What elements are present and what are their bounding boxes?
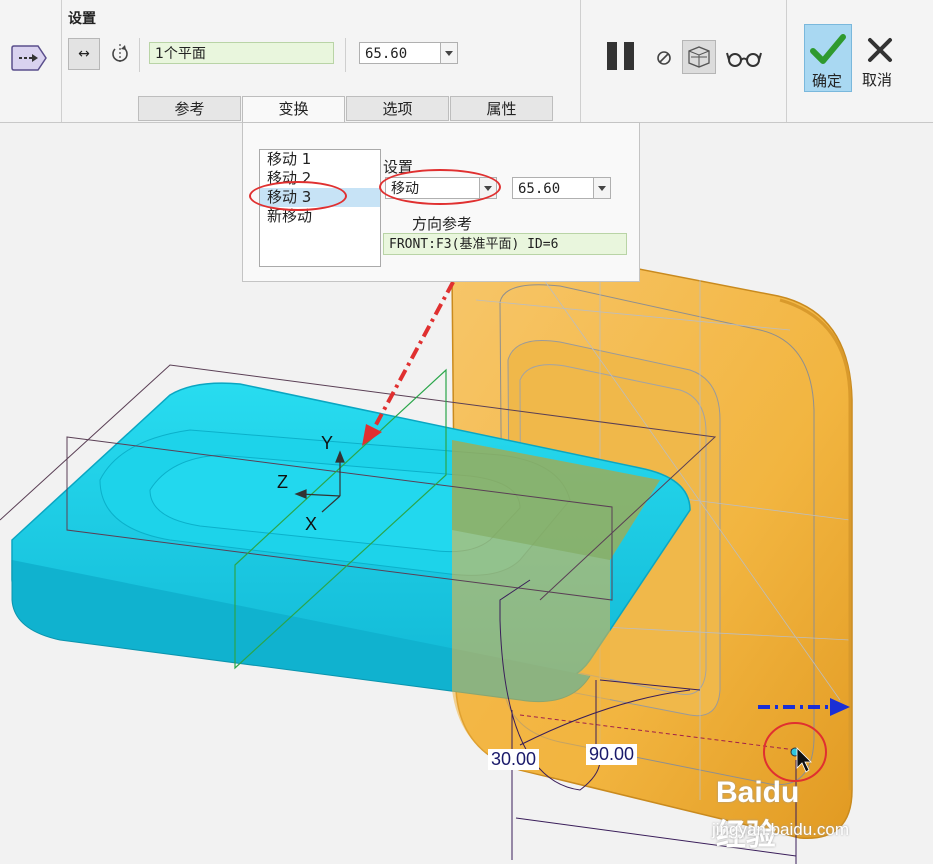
no-symbol-icon [657,51,671,65]
translate-arrows-icon: ↔ [78,46,90,62]
axis-y-label: Y [321,433,334,453]
close-icon [868,38,892,62]
separator [345,38,346,72]
dashboard-ribbon: 设置 ↔ 1个平面 65.60 参考 变换 选项 属性 确定 取消 [0,0,933,123]
direction-reference-field[interactable]: FRONT:F3(基准平面) ID=6 [383,233,627,255]
no-preview-button[interactable] [655,49,673,67]
list-item[interactable]: 新移动 [260,207,380,226]
verify-button[interactable] [726,46,762,70]
separator [139,38,140,72]
direction-reference-value: FRONT:F3(基准平面) ID=6 [389,237,559,252]
ok-label: 确定 [812,72,843,90]
watermark-brand: Baidu经验 [716,776,800,852]
rotate-icon [112,44,128,64]
tab-transform[interactable]: 变换 [242,96,345,123]
axis-x-label: X [305,514,318,534]
feature-preview-button[interactable] [682,40,716,74]
red-highlight-ring [249,181,347,211]
angle-dimension-1[interactable]: 30.00 [488,749,540,770]
cancel-label: 取消 [862,71,893,89]
glasses-icon [726,52,762,67]
chevron-down-icon[interactable] [593,178,610,198]
separator [786,0,787,122]
value-text: 65.60 [365,46,408,62]
checkmark-icon [810,34,846,64]
axis-z-label: Z [277,472,288,492]
direction-reference-label: 方向参考 [412,215,473,233]
chevron-down-icon[interactable] [440,43,457,63]
red-annotation-arrow [362,259,467,446]
references-value: 1个平面 [155,46,206,62]
tab-references[interactable]: 参考 [138,96,241,121]
settings-title: 设置 [68,11,96,27]
cancel-button[interactable]: 取消 [858,24,902,92]
move-copy-feature-icon[interactable] [10,40,50,76]
distance-dropdown[interactable]: 65.60 [512,177,611,199]
angle-dimension-2[interactable]: 90.00 [586,744,638,765]
tab-properties[interactable]: 属性 [450,96,553,121]
transform-panel: 移动 1 移动 2 移动 3 新移动 设置 移动 65.60 方向参考 FRON… [242,122,640,282]
ok-button[interactable]: 确定 [804,24,852,92]
pause-button[interactable] [607,42,635,72]
value-dropdown[interactable]: 65.60 [359,42,458,64]
watermark-url: jingyan.baidu.com [712,820,850,839]
preview-mesh-icon [688,46,710,68]
distance-value: 65.60 [518,181,561,197]
references-field[interactable]: 1个平面 [149,42,334,64]
translate-button[interactable]: ↔ [68,38,100,70]
red-highlight-ring [379,169,501,205]
separator [61,0,62,122]
tab-options[interactable]: 选项 [346,96,449,121]
separator [580,0,581,122]
list-item[interactable]: 移动 1 [260,150,380,169]
rotate-button[interactable] [106,40,134,68]
